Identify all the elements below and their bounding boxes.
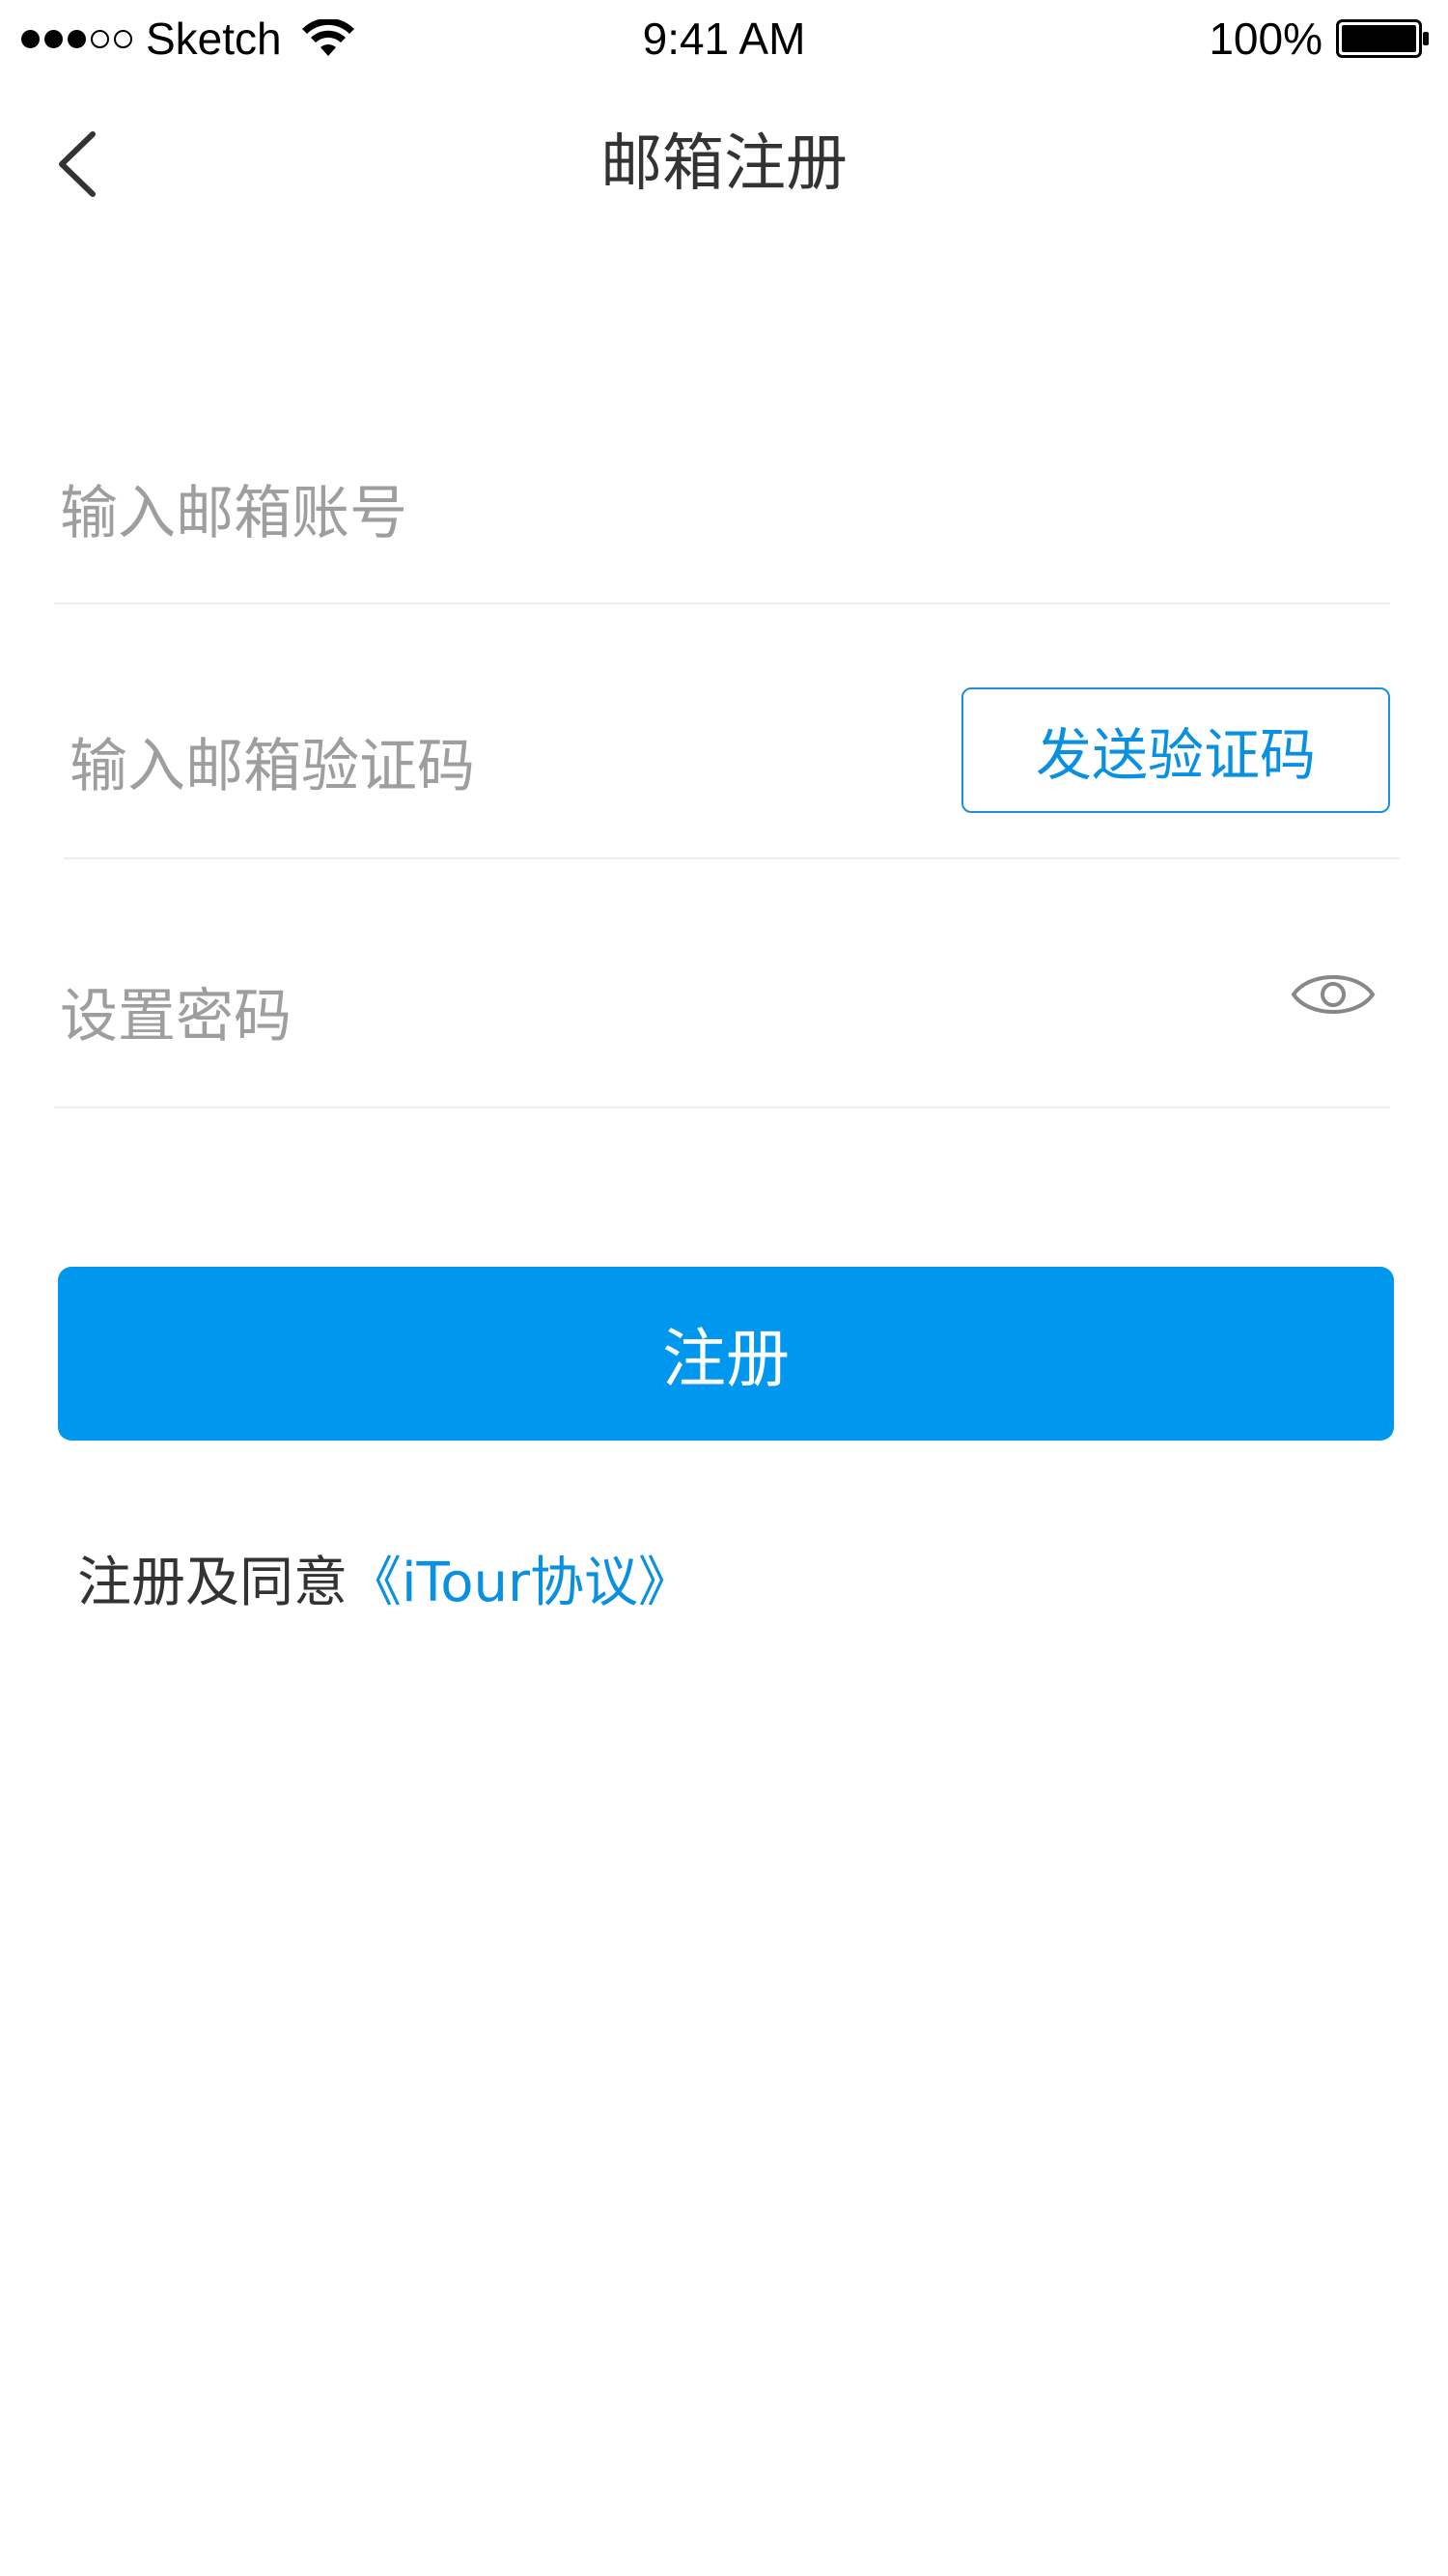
agreement-link[interactable]: 《iTour协议》	[348, 1552, 692, 1614]
status-right: 100%	[1209, 10, 1431, 68]
agreement-prefix: 注册及同意	[77, 1552, 348, 1614]
verification-code-input[interactable]	[70, 676, 919, 857]
agreement-text: 注册及同意《iTour协议》	[77, 1545, 692, 1622]
code-field-row: 发送验证码	[64, 676, 1400, 859]
register-button[interactable]: 注册	[58, 1267, 1394, 1441]
password-input[interactable]	[60, 927, 929, 1106]
status-bar: Sketch 9:41 AM 100%	[0, 0, 1448, 77]
email-input[interactable]	[60, 425, 929, 602]
nav-bar: 邮箱注册	[0, 77, 1448, 251]
page-title: 邮箱注册	[600, 128, 848, 200]
email-field-row	[54, 425, 1390, 604]
battery-icon	[1336, 19, 1429, 58]
send-code-button[interactable]: 发送验证码	[961, 687, 1390, 813]
eye-icon[interactable]	[1290, 966, 1377, 1023]
password-field-row	[54, 927, 1390, 1108]
battery-percent: 100%	[1209, 14, 1323, 64]
